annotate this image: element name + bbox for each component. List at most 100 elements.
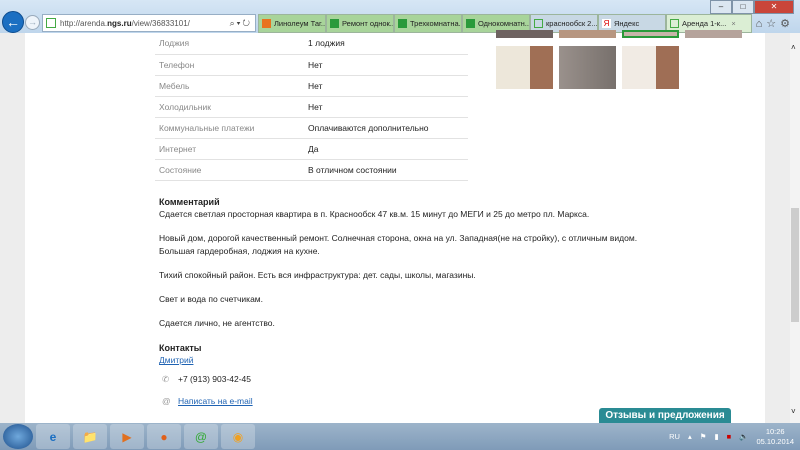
photo-thumbnail-selected[interactable] xyxy=(622,30,679,38)
tab-label: Трехкомнатна... xyxy=(410,19,462,28)
system-tray: RU ▴ ⚑ ▮ ■ 🔈 10:26 05.10.2014 xyxy=(669,423,800,450)
photo-thumbnail[interactable] xyxy=(559,30,616,38)
tab-label: Линолеум Таг... xyxy=(274,19,326,28)
at-icon: @ xyxy=(162,395,171,406)
search-refresh-icons[interactable]: ⌕▾↻ xyxy=(230,18,252,29)
tab-favicon-icon xyxy=(670,19,679,28)
comment-text: Сдается светлая просторная квартира в п.… xyxy=(159,209,590,220)
detail-value: Нет xyxy=(308,54,468,76)
tab-favicon-icon xyxy=(262,19,271,28)
tab-label: Однокомнатн... xyxy=(478,19,530,28)
tab[interactable]: Ремонт однок... xyxy=(326,14,394,33)
table-row: Телефон Нет xyxy=(155,54,468,76)
network-icon[interactable]: ▮ xyxy=(714,432,718,441)
scrollbar[interactable]: ˄ ˅ xyxy=(790,33,800,423)
detail-key: Мебель xyxy=(155,75,308,97)
page-content: ˄ ˅ Лоджия 1 лоджия Телефон Нет Мебель Нет Х… xyxy=(0,30,800,423)
photo-thumbnail[interactable] xyxy=(496,30,553,38)
gear-icon[interactable]: ⚙ xyxy=(780,18,794,30)
clock-date: 05.10.2014 xyxy=(756,436,794,446)
tab-favicon-icon xyxy=(466,19,475,28)
media-player-taskbar-icon[interactable]: ▶ xyxy=(110,424,144,449)
photo-thumbnail[interactable] xyxy=(622,46,679,89)
address-bar[interactable]: http://arenda.ngs.ru/view/36833101/ ⌕▾↻ xyxy=(42,14,256,32)
window-controls: – □ ✕ xyxy=(710,0,794,14)
table-row: Холодильник Нет xyxy=(155,96,468,118)
details-table: Лоджия 1 лоджия Телефон Нет Мебель Нет Холо… xyxy=(155,33,468,181)
tab[interactable]: Линолеум Таг... xyxy=(258,14,326,33)
maximize-button[interactable]: □ xyxy=(732,0,754,14)
close-tab-icon[interactable]: × xyxy=(731,19,735,28)
comment-text: Большая гардеробная, лоджия на кухне. xyxy=(159,245,320,256)
comment-text: Свет и вода по счетчикам. xyxy=(159,294,264,305)
feedback-button[interactable]: Отзывы и предложения xyxy=(599,408,731,423)
detail-value: Нет xyxy=(308,96,468,118)
photo-thumbnail[interactable] xyxy=(685,30,742,38)
tab-favicon-icon xyxy=(398,19,407,28)
app-taskbar-icon[interactable]: ◉ xyxy=(221,424,255,449)
close-button[interactable]: ✕ xyxy=(754,0,794,14)
detail-key: Телефон xyxy=(155,54,308,76)
home-icon[interactable]: ⌂ xyxy=(756,18,767,30)
favorites-star-icon[interactable]: ☆ xyxy=(766,18,780,30)
left-margin xyxy=(0,33,25,423)
volume-icon[interactable]: 🔈 xyxy=(739,432,748,441)
flag-icon[interactable]: ⚑ xyxy=(700,432,707,441)
phone-icon: ✆ xyxy=(162,374,170,385)
table-row: Коммунальные платежи Оплачиваются дополни… xyxy=(155,117,468,139)
tab-label: Яндекс xyxy=(614,19,640,28)
tab-label: Ремонт однок... xyxy=(342,19,394,28)
comment-heading: Комментарий xyxy=(159,197,220,207)
detail-key: Лоджия xyxy=(155,33,308,55)
minimize-button[interactable]: – xyxy=(710,0,732,14)
table-row: Интернет Да xyxy=(155,138,468,160)
detail-key: Коммунальные платежи xyxy=(155,117,308,139)
icq-taskbar-icon[interactable]: @ xyxy=(184,424,218,449)
photo-thumbnail[interactable] xyxy=(559,46,616,89)
ie-taskbar-icon[interactable]: e xyxy=(36,424,70,449)
table-row: Лоджия 1 лоджия xyxy=(155,33,468,55)
yandex-favicon-icon: Я xyxy=(602,19,611,28)
browser-chrome: ← → http://arenda.ngs.ru/view/36833101/ … xyxy=(0,0,800,33)
tab-label: Аренда 1-к... xyxy=(682,19,727,28)
comment-text: Сдается лично, не агентство. xyxy=(159,318,275,329)
contacts-heading: Контакты xyxy=(159,343,202,353)
toolbar-icons: ⌂☆⚙ xyxy=(756,17,794,30)
url-text: http://arenda.ngs.ru/view/36833101/ xyxy=(60,18,190,28)
show-hidden-icons-icon[interactable]: ▴ xyxy=(688,432,692,441)
detail-value: Нет xyxy=(308,75,468,97)
tab-favicon-icon xyxy=(534,19,543,28)
tab-label: краснообск 2... xyxy=(546,19,598,28)
contact-phone: +7 (913) 903-42-45 xyxy=(178,374,252,385)
security-icon[interactable]: ■ xyxy=(727,432,732,441)
table-row: Мебель Нет xyxy=(155,75,468,97)
scroll-down-icon[interactable]: ˅ xyxy=(791,407,796,416)
detail-key: Холодильник xyxy=(155,96,308,118)
start-button[interactable] xyxy=(3,424,33,449)
scrollbar-thumb[interactable] xyxy=(791,208,799,322)
photo-thumbnail[interactable] xyxy=(496,46,553,89)
firefox-taskbar-icon[interactable]: ● xyxy=(147,424,181,449)
clock[interactable]: 10:26 05.10.2014 xyxy=(756,427,794,447)
contact-name-link[interactable]: Дмитрий xyxy=(159,355,193,365)
detail-value: Да xyxy=(308,138,468,160)
explorer-taskbar-icon[interactable]: 📁 xyxy=(73,424,107,449)
taskbar: e 📁 ▶ ● @ ◉ RU ▴ ⚑ ▮ ■ 🔈 10:26 05.10.2014 xyxy=(0,423,800,450)
scroll-up-icon[interactable]: ˄ xyxy=(791,43,796,52)
site-icon xyxy=(46,18,56,28)
email-link[interactable]: Написать на e-mail xyxy=(178,396,253,406)
forward-button[interactable]: → xyxy=(25,15,40,30)
detail-value: В отличном состоянии xyxy=(308,159,468,181)
table-row: Состояние В отличном состоянии xyxy=(155,159,468,181)
tab-favicon-icon xyxy=(330,19,339,28)
tab[interactable]: Трехкомнатна... xyxy=(394,14,462,33)
comment-section: Комментарий Сдается светлая просторная к… xyxy=(159,196,637,329)
back-button[interactable]: ← xyxy=(2,11,24,33)
comment-text: Тихий спокойный район. Есть вся инфрастр… xyxy=(159,269,476,280)
detail-key: Состояние xyxy=(155,159,308,181)
detail-value: 1 лоджия xyxy=(308,33,468,55)
language-indicator[interactable]: RU xyxy=(669,432,680,441)
comment-text: Новый дом, дорогой качественный ремонт. … xyxy=(159,233,638,244)
detail-key: Интернет xyxy=(155,138,308,160)
detail-value: Оплачиваются дополнительно xyxy=(308,117,468,139)
